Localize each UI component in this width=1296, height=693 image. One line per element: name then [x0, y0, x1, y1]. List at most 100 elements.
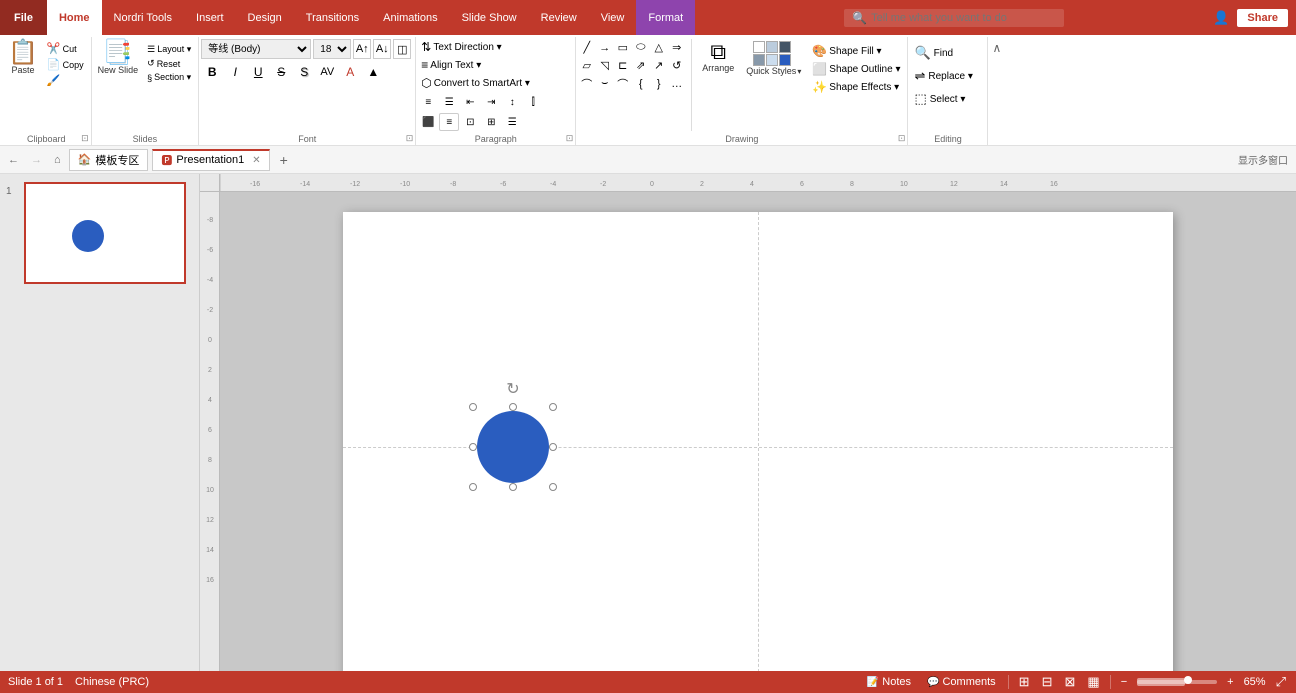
file-tab[interactable]: File	[0, 0, 47, 35]
view-tab[interactable]: View	[589, 0, 637, 35]
text-direction-button[interactable]: ⇅Text Direction ▾	[418, 39, 504, 55]
find-button[interactable]: 🔍Find	[910, 43, 983, 63]
clipboard-expand-icon[interactable]: ⊡	[81, 133, 89, 144]
highlight-button[interactable]: ▲	[362, 61, 384, 83]
animations-tab[interactable]: Animations	[371, 0, 449, 35]
paragraph-expand-icon[interactable]: ⊡	[566, 133, 574, 144]
quick-styles-button[interactable]: Quick Styles ▾	[742, 39, 805, 78]
font-name-select[interactable]: 等线 (Body)	[201, 39, 311, 59]
arrange-button[interactable]: ⧉ Arrange	[698, 39, 738, 75]
nordri-tab[interactable]: Nordri Tools	[102, 0, 185, 35]
design-tab[interactable]: Design	[236, 0, 294, 35]
share-button[interactable]: Share	[1237, 9, 1288, 27]
cut-button[interactable]: ✂️Cut	[44, 41, 87, 56]
reading-view-button[interactable]: ▦	[1085, 674, 1101, 690]
search-input[interactable]	[871, 12, 1031, 24]
shape-oval-icon[interactable]: ⬭	[632, 39, 649, 56]
shape-r2c1-icon[interactable]: ▱	[578, 57, 595, 74]
increase-font-button[interactable]: A↑	[353, 39, 371, 59]
convert-smartart-button[interactable]: ⬡Convert to SmartArt ▾	[418, 75, 533, 91]
home-nav-button[interactable]: ⌂	[50, 152, 65, 168]
line-spacing-button[interactable]: ↕	[502, 93, 522, 111]
select-button[interactable]: ⬚Select ▾	[910, 89, 983, 109]
justify-low-button[interactable]: ☰	[502, 113, 522, 131]
shape-r3c3-icon[interactable]: ⌒	[614, 75, 631, 92]
replace-button[interactable]: ⇌Replace ▾	[910, 66, 983, 86]
slide-sorter-button[interactable]: ⊠	[1062, 674, 1077, 690]
shape-rect-icon[interactable]: ▭	[614, 39, 631, 56]
handle-mr[interactable]	[549, 443, 557, 451]
increase-indent-button[interactable]: ⇥	[481, 93, 501, 111]
decrease-font-button[interactable]: A↓	[373, 39, 391, 59]
zoom-slider[interactable]	[1137, 680, 1217, 684]
spacing-button[interactable]: AV	[316, 61, 338, 83]
paste-button[interactable]: 📋 Paste	[4, 39, 42, 77]
multiwindow-button[interactable]: 显示多窗口	[1234, 150, 1292, 169]
handle-tc[interactable]	[509, 403, 517, 411]
slide-thumbnail-1[interactable]: 1	[24, 182, 195, 284]
shape-r3c2-icon[interactable]: ⌣	[596, 75, 613, 92]
add-tab-button[interactable]: +	[274, 150, 294, 170]
shape-arrow-icon[interactable]: →	[596, 39, 613, 56]
shape-r2c2-icon[interactable]: ◹	[596, 57, 613, 74]
clear-format-button[interactable]: ◫	[393, 39, 411, 59]
transitions-tab[interactable]: Transitions	[294, 0, 371, 35]
shape-effects-button[interactable]: ✨Shape Effects ▾	[809, 79, 903, 95]
zoom-decrease-button[interactable]: −	[1119, 676, 1129, 688]
handle-bc[interactable]	[509, 483, 517, 491]
reset-button[interactable]: ↺Reset	[144, 57, 194, 70]
nav-forward-button[interactable]: →	[27, 152, 46, 168]
shadow-button[interactable]: S	[293, 61, 315, 83]
insert-tab[interactable]: Insert	[184, 0, 236, 35]
font-expand-icon[interactable]: ⊡	[406, 133, 414, 144]
font-color-button[interactable]: A	[339, 61, 361, 83]
comments-button[interactable]: 💬 Comments	[923, 676, 1000, 688]
strikethrough-button[interactable]: S	[270, 61, 292, 83]
handle-tr[interactable]	[549, 403, 557, 411]
shape-r2c3-icon[interactable]: ⊏	[614, 57, 631, 74]
shape-r2c5-icon[interactable]: ↗	[650, 57, 667, 74]
justify-button[interactable]: ⊞	[481, 113, 501, 131]
slideshow-tab[interactable]: Slide Show	[450, 0, 529, 35]
shape-more-icon[interactable]: …	[668, 75, 685, 92]
shape-r2c4-icon[interactable]: ⇗	[632, 57, 649, 74]
zoom-increase-button[interactable]: +	[1225, 676, 1235, 688]
handle-tl[interactable]	[469, 403, 477, 411]
home-tab[interactable]: Home	[47, 0, 102, 35]
shape-line-icon[interactable]: ╱	[578, 39, 595, 56]
normal-view-button[interactable]: ⊞	[1017, 674, 1032, 690]
bold-button[interactable]: B	[201, 61, 223, 83]
font-size-select[interactable]: 18	[313, 39, 351, 59]
align-center-button[interactable]: ≡	[439, 113, 459, 131]
align-left-button[interactable]: ⬛	[418, 113, 438, 131]
section-button[interactable]: §Section ▾	[144, 71, 194, 84]
presentation-tab[interactable]: 🅿 Presentation1 ✕	[152, 149, 269, 171]
italic-button[interactable]: I	[224, 61, 246, 83]
align-right-button[interactable]: ⊡	[460, 113, 480, 131]
fit-window-button[interactable]: ⤢	[1274, 674, 1288, 690]
notes-button[interactable]: 📝 Notes	[863, 676, 915, 688]
layout-button[interactable]: ☰Layout ▾	[144, 43, 194, 56]
selected-shape[interactable]: ↻	[473, 407, 553, 487]
decrease-indent-button[interactable]: ⇤	[460, 93, 480, 111]
shape-fill-button[interactable]: 🎨Shape Fill ▾	[809, 43, 903, 59]
drawing-expand-icon[interactable]: ⊡	[898, 133, 906, 144]
shape-r2c6-icon[interactable]: ↺	[668, 57, 685, 74]
new-slide-button[interactable]: 📑 New Slide	[94, 39, 143, 77]
shape-triangle-icon[interactable]: △	[650, 39, 667, 56]
copy-button[interactable]: 📄Copy	[44, 57, 87, 72]
columns-button[interactable]: ⫿	[523, 93, 543, 111]
underline-button[interactable]: U	[247, 61, 269, 83]
review-tab[interactable]: Review	[529, 0, 589, 35]
numbering-button[interactable]: ☰	[439, 93, 459, 111]
outline-view-button[interactable]: ⊟	[1040, 674, 1055, 690]
format-painter-button[interactable]: 🖌️	[44, 73, 87, 88]
shape-outline-button[interactable]: ⬜Shape Outline ▾	[809, 61, 903, 77]
align-text-button[interactable]: ≡Align Text ▾	[418, 57, 484, 73]
shape-r3c4-icon[interactable]: {	[632, 75, 649, 92]
bullets-button[interactable]: ≡	[418, 93, 438, 111]
shape-r3c1-icon[interactable]: ⌒	[578, 75, 595, 92]
shape-r3c5-icon[interactable]: }	[650, 75, 667, 92]
rotate-handle[interactable]: ↻	[506, 379, 519, 399]
shape-rt-arrow-icon[interactable]: ⇒	[668, 39, 685, 56]
